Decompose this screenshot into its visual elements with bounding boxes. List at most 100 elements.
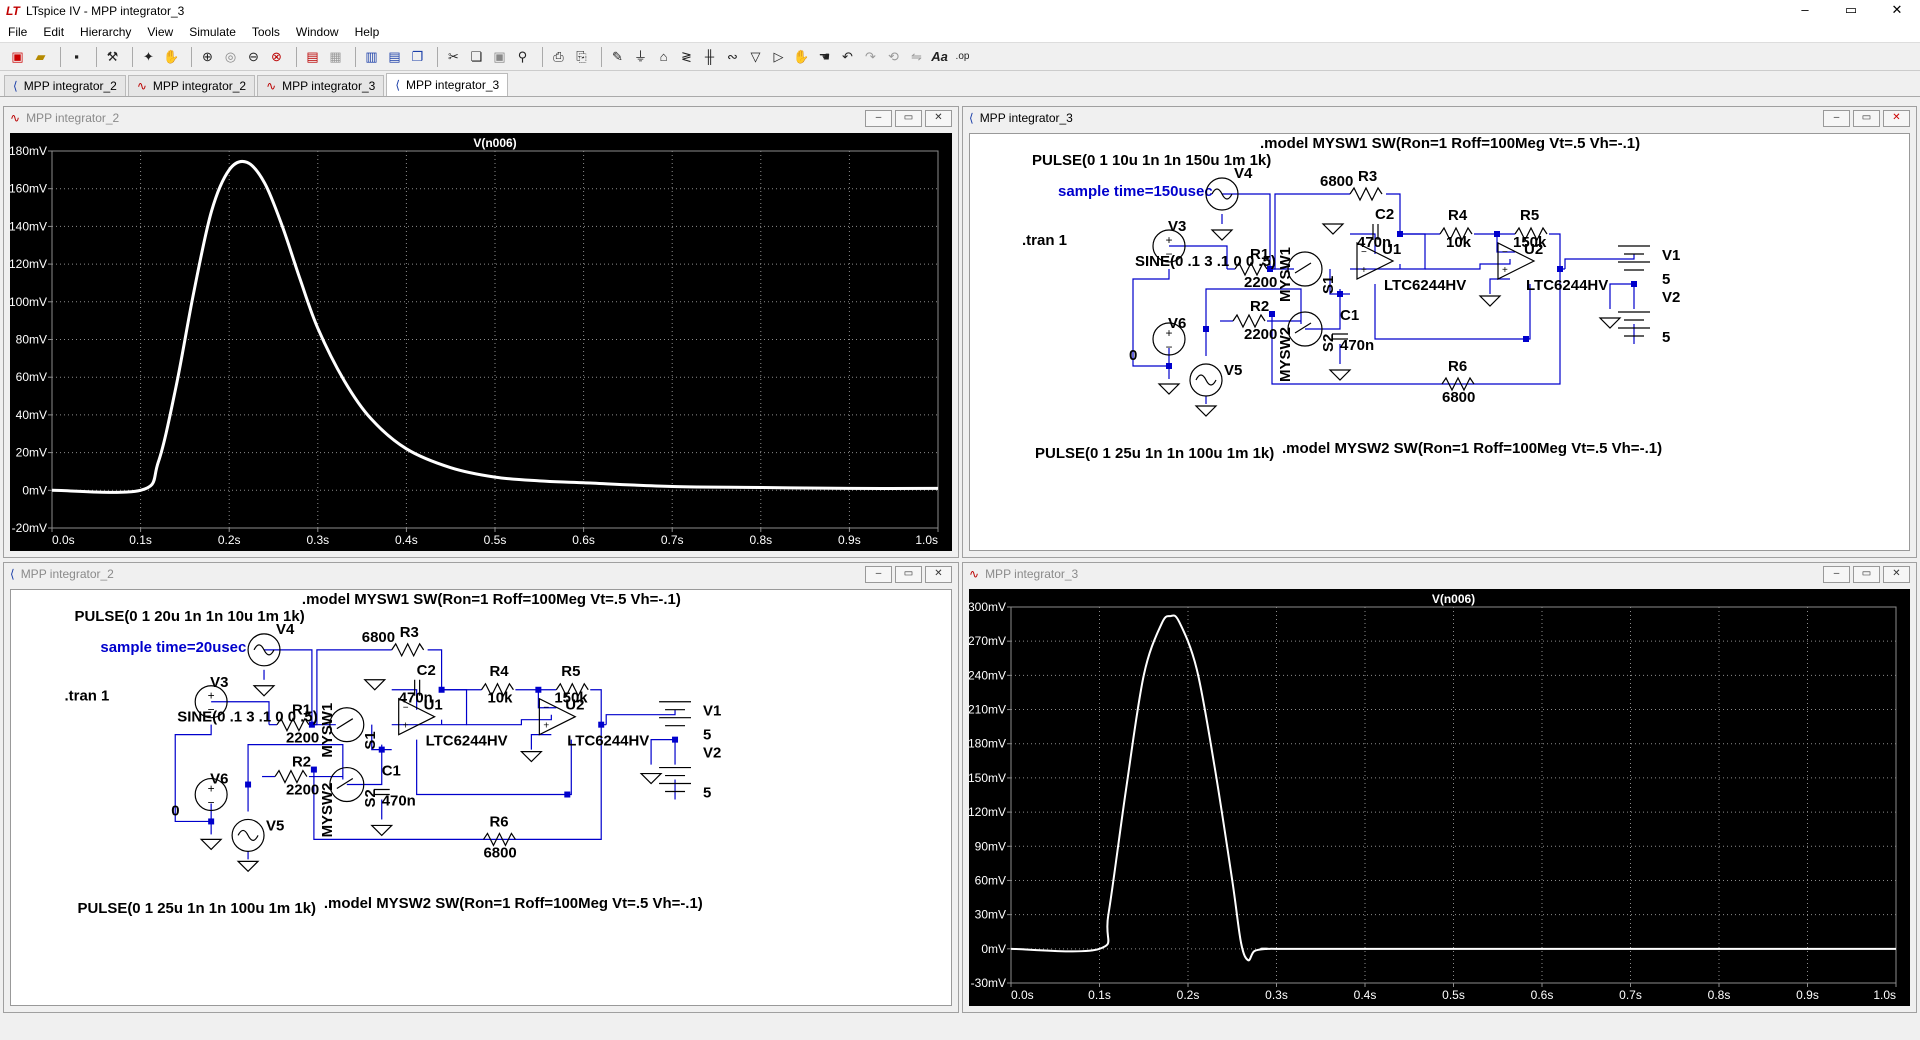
- tab-mpp-integrator-2-plot[interactable]: ∿ MPP integrator_2: [127, 75, 256, 96]
- halt-icon[interactable]: ✋: [162, 47, 181, 66]
- cascade-icon[interactable]: ❐: [408, 47, 427, 66]
- plot-pane[interactable]: V(n006) 0.0s 0.1s 0.2s 0.3s 0.4s 0.5s 0.6s 0.7s 0…: [969, 589, 1910, 1006]
- schematic-canvas[interactable]: .model MYSW1 SW(Ron=1 Roff=100Meg Vt=.5 …: [970, 134, 1911, 552]
- waveform-plot[interactable]: V(n006) 0.0s 0.1s 0.2s 0.3s 0.4s 0.5s 0.6s 0.7s 0…: [969, 589, 1910, 1006]
- ground-symbol: [1598, 317, 1622, 329]
- open-icon[interactable]: ▰: [31, 47, 50, 66]
- zoom-in-icon[interactable]: ⊕: [198, 47, 217, 66]
- tile-vertical-icon[interactable]: ▥: [362, 47, 381, 66]
- ground-icon[interactable]: ⏚: [631, 47, 650, 66]
- opamp-model-u1: LTC6244HV: [1384, 277, 1466, 294]
- resistor-icon[interactable]: ≷: [677, 47, 696, 66]
- label-icon[interactable]: ⌂: [654, 47, 673, 66]
- zoom-pan-icon[interactable]: ◎: [221, 47, 240, 66]
- ltspice-logo-icon: LT: [6, 4, 20, 18]
- save-icon[interactable]: ▪: [67, 47, 86, 66]
- minimize-icon[interactable]: ‒: [1782, 0, 1828, 22]
- inductor-icon[interactable]: ∾: [723, 47, 742, 66]
- close-icon[interactable]: ✕: [925, 566, 952, 583]
- print-preview-icon[interactable]: ⎘: [572, 47, 591, 66]
- plot-pane[interactable]: V(n006) 0.0s 0.1s 0.2s 0.3s 0.4s 0.5s 0.6s 0.7s 0…: [10, 133, 952, 551]
- wire-icon[interactable]: ✎: [608, 47, 627, 66]
- tab-mpp-integrator-2-schematic[interactable]: ⟨ MPP integrator_2: [4, 75, 126, 96]
- document-tabs: ⟨ MPP integrator_2 ∿ MPP integrator_2 ∿ …: [0, 73, 1920, 97]
- new-schematic-icon[interactable]: ▣: [8, 47, 27, 66]
- close-icon[interactable]: ✕: [1874, 0, 1920, 22]
- menu-edit[interactable]: Edit: [35, 25, 72, 39]
- zoom-fit-icon[interactable]: ⊗: [267, 47, 286, 66]
- label-c1: C1: [382, 763, 401, 780]
- menu-hierarchy[interactable]: Hierarchy: [72, 25, 139, 39]
- grid-icon[interactable]: ▦: [326, 47, 345, 66]
- undo-icon[interactable]: ↶: [838, 47, 857, 66]
- label-c1: C1: [1340, 307, 1359, 324]
- label-r2: R2: [292, 754, 311, 771]
- menu-simulate[interactable]: Simulate: [181, 25, 244, 39]
- spice-directive-model1: .model MYSW1 SW(Ron=1 Roff=100Meg Vt=.5 …: [1260, 135, 1640, 152]
- menu-tools[interactable]: Tools: [244, 25, 288, 39]
- zoom-out-icon[interactable]: ⊖: [244, 47, 263, 66]
- maximize-icon[interactable]: ▭: [895, 110, 922, 127]
- close-icon[interactable]: ✕: [1883, 566, 1910, 583]
- drag-icon[interactable]: ☚: [815, 47, 834, 66]
- mirror-icon[interactable]: ⇋: [907, 47, 926, 66]
- y-tick-label: 140mV: [10, 219, 47, 233]
- maximize-icon[interactable]: ▭: [895, 566, 922, 583]
- find-icon[interactable]: ⚲: [513, 47, 532, 66]
- trace-title[interactable]: V(n006): [1432, 592, 1475, 606]
- minimize-icon[interactable]: ‒: [865, 566, 892, 583]
- mdi-titlebar[interactable]: ∿ MPP integrator_2 ‒ ▭ ✕: [4, 107, 958, 129]
- cut-icon[interactable]: ✂: [444, 47, 463, 66]
- minimize-icon[interactable]: ‒: [865, 110, 892, 127]
- label-r5: R5: [561, 663, 580, 680]
- schematic-pane[interactable]: .model MYSW1 SW(Ron=1 Roff=100Meg Vt=.5 …: [969, 133, 1910, 551]
- control-panel-icon[interactable]: ⚒: [103, 47, 122, 66]
- y-tick-label: 100mV: [10, 295, 47, 309]
- plus-sign: +: [208, 689, 215, 703]
- trace-title[interactable]: V(n006): [473, 136, 516, 150]
- run-icon[interactable]: ✦: [139, 47, 158, 66]
- tab-mpp-integrator-3-schematic[interactable]: ⟨ MPP integrator_3: [386, 73, 509, 96]
- close-icon[interactable]: ✕: [925, 110, 952, 127]
- autoscale-icon[interactable]: ▤: [303, 47, 322, 66]
- close-icon[interactable]: ✕: [1883, 110, 1910, 127]
- maximize-icon[interactable]: ▭: [1828, 0, 1874, 22]
- diode-icon[interactable]: ▽: [746, 47, 765, 66]
- tab-mpp-integrator-3-plot[interactable]: ∿ MPP integrator_3: [257, 75, 385, 96]
- menu-file[interactable]: File: [0, 25, 35, 39]
- print-icon[interactable]: ⎙: [549, 47, 568, 66]
- resistor-r3: [391, 642, 425, 658]
- maximize-icon[interactable]: ▭: [1853, 566, 1880, 583]
- y-tick-label: 180mV: [10, 144, 47, 158]
- redo-icon[interactable]: ↷: [861, 47, 880, 66]
- y-tick-label: 0mV: [981, 942, 1006, 956]
- minimize-icon[interactable]: ‒: [1823, 110, 1850, 127]
- spice-directive-icon[interactable]: .op: [953, 47, 972, 66]
- component-icon[interactable]: ▷: [769, 47, 788, 66]
- move-icon[interactable]: ✋: [792, 47, 811, 66]
- waveform-plot[interactable]: V(n006) 0.0s 0.1s 0.2s 0.3s 0.4s 0.5s 0.6s 0.7s 0…: [10, 133, 952, 551]
- capacitor-icon[interactable]: ╫: [700, 47, 719, 66]
- schematic-pane[interactable]: .model MYSW1 SW(Ron=1 Roff=100Meg Vt=.5 …: [10, 589, 952, 1006]
- minimize-icon[interactable]: ‒: [1823, 566, 1850, 583]
- maximize-icon[interactable]: ▭: [1853, 110, 1880, 127]
- text-icon[interactable]: Aa: [930, 47, 949, 66]
- tab-label: MPP integrator_2: [23, 79, 117, 93]
- menu-view[interactable]: View: [139, 25, 181, 39]
- x-tick-label: 0.5s: [484, 533, 507, 547]
- menu-help[interactable]: Help: [347, 25, 388, 39]
- value-r4: 10k: [1446, 234, 1472, 251]
- menu-window[interactable]: Window: [288, 25, 347, 39]
- value-r6: 6800: [1442, 389, 1475, 406]
- label-v2: V2: [703, 745, 721, 762]
- tile-horizontal-icon[interactable]: ▤: [385, 47, 404, 66]
- mdi-titlebar[interactable]: ⟨ MPP integrator_3 ‒ ▭ ✕: [963, 107, 1916, 129]
- label-u1: U1: [1382, 241, 1401, 258]
- mdi-titlebar[interactable]: ∿ MPP integrator_3 ‒ ▭ ✕: [963, 563, 1916, 585]
- copy-icon[interactable]: ❏: [467, 47, 486, 66]
- mdi-titlebar[interactable]: ⟨ MPP integrator_2 ‒ ▭ ✕: [4, 563, 958, 585]
- y-tick-label: 120mV: [969, 805, 1006, 819]
- paste-icon[interactable]: ▣: [490, 47, 509, 66]
- rotate-icon[interactable]: ⟲: [884, 47, 903, 66]
- schematic-canvas[interactable]: .model MYSW1 SW(Ron=1 Roff=100Meg Vt=.5 …: [11, 590, 953, 1007]
